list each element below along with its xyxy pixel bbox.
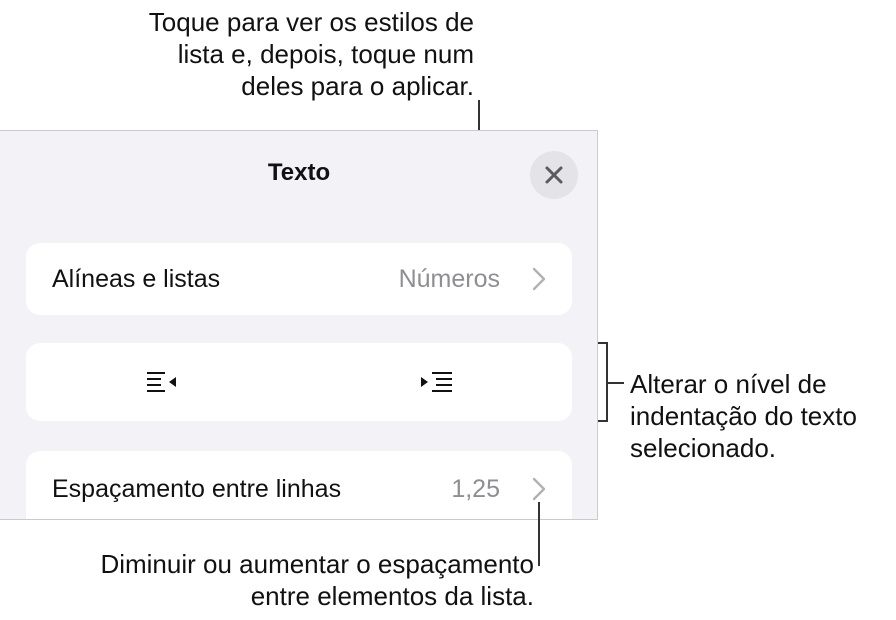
callout-line-2: lista e, depois, toque num [177, 39, 474, 69]
line-spacing-row[interactable]: Espaçamento entre linhas 1,25 [26, 451, 572, 519]
callout-leader-bottom [538, 502, 540, 566]
increase-indent-icon [420, 372, 452, 392]
line-spacing-label: Espaçamento entre linhas [52, 475, 342, 503]
callout-line-spacing: Diminuir ou aumentar o espaçamento entre… [0, 548, 534, 612]
callout-bracket-bottom [598, 420, 608, 422]
callout-bracket-stem [608, 382, 624, 384]
increase-indent-button[interactable] [299, 343, 572, 421]
bullets-and-lists-row[interactable]: Alíneas e listas Números [26, 243, 572, 315]
callout-line-1: Toque para ver os estilos de [148, 7, 474, 37]
callout-line-3: selecionado. [630, 433, 776, 463]
close-icon [545, 166, 563, 184]
callout-line-2: entre elementos da lista. [250, 581, 534, 611]
line-spacing-value: 1,25 [451, 475, 500, 503]
callout-line-3: deles para o aplicar. [241, 71, 474, 101]
callout-list-styles: Toque para ver os estilos de lista e, de… [0, 6, 474, 102]
bullets-and-lists-label: Alíneas e listas [52, 265, 221, 293]
callout-line-1: Diminuir ou aumentar o espaçamento [100, 549, 534, 579]
chevron-right-icon [532, 267, 546, 291]
callout-line-2: indentação do texto [630, 401, 857, 431]
chevron-right-icon [532, 477, 546, 501]
callout-bracket-top [598, 342, 608, 344]
decrease-indent-button[interactable] [26, 343, 299, 421]
close-button[interactable] [530, 151, 578, 199]
indent-controls-row [26, 343, 572, 421]
decrease-indent-icon [146, 372, 176, 392]
text-format-panel: Texto Alíneas e listas Números Espaçamen… [0, 130, 598, 520]
callout-indent-level: Alterar o nível de indentação do texto s… [630, 368, 892, 464]
panel-title: Texto [267, 159, 331, 186]
callout-line-1: Alterar o nível de [630, 369, 827, 399]
bullets-and-lists-value: Números [398, 265, 500, 293]
